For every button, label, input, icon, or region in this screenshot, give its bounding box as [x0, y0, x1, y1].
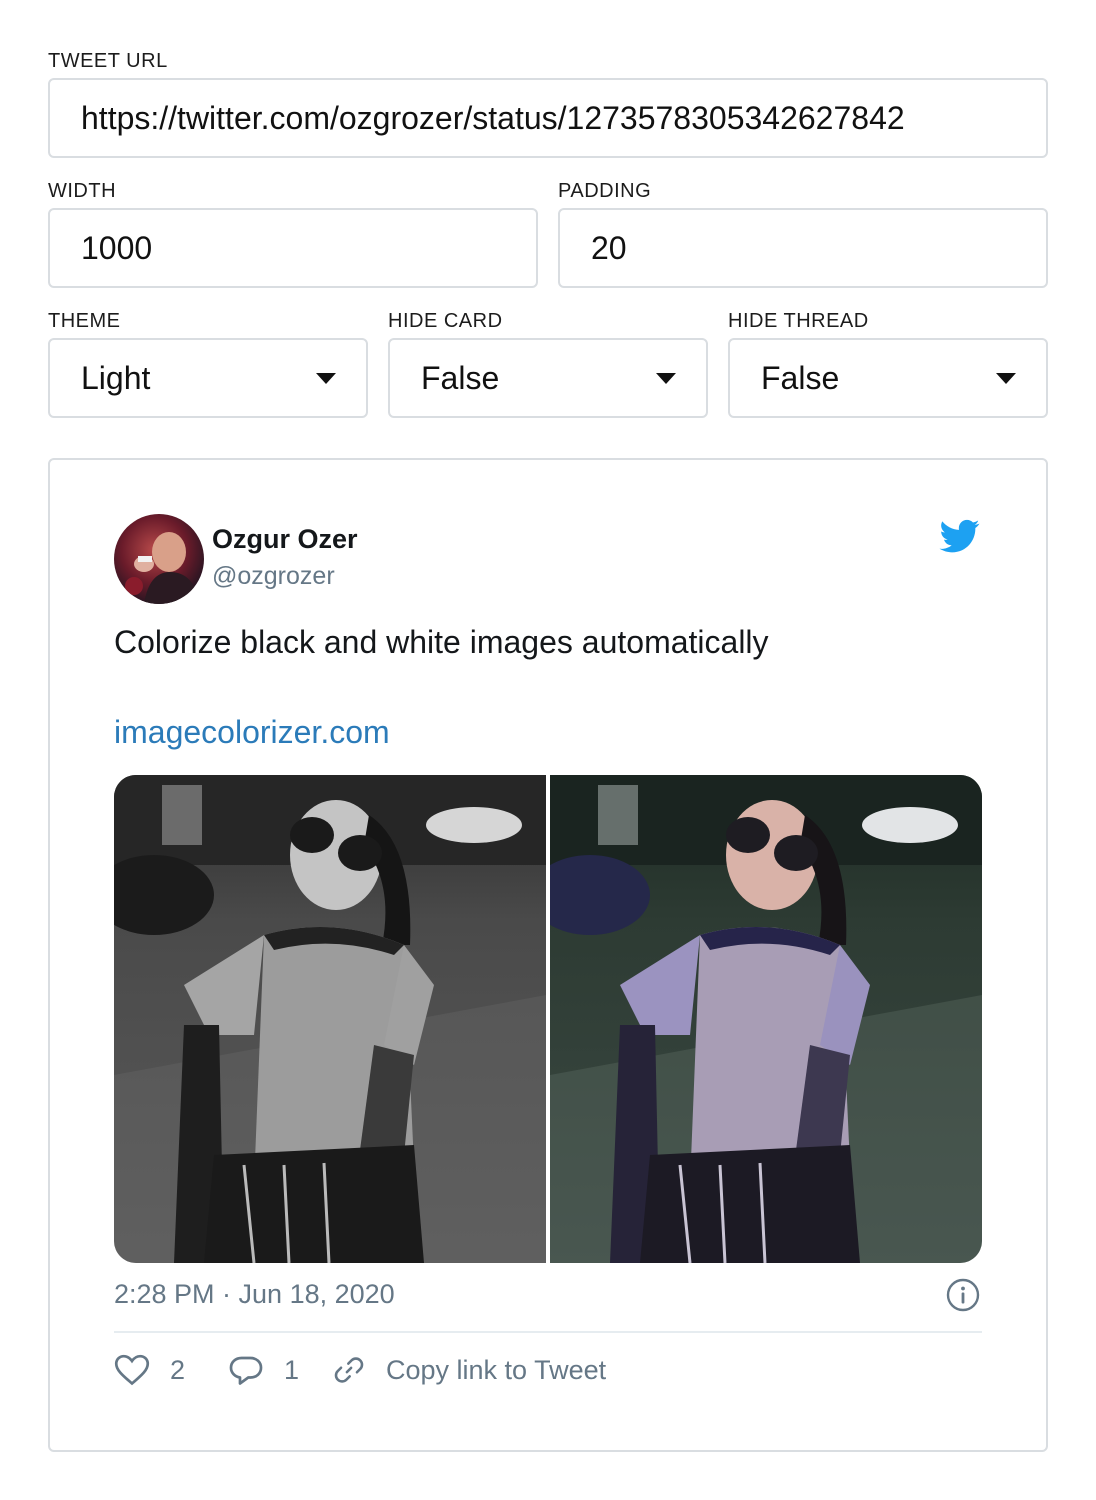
copy-link-action[interactable]: Copy link to Tweet [332, 1352, 606, 1388]
hide-card-label: HIDE CARD [388, 310, 503, 332]
twitter-bird-icon[interactable] [938, 516, 982, 556]
tweet-media[interactable] [114, 775, 982, 1263]
tweet-text: Colorize black and white images automati… [114, 624, 769, 660]
like-action[interactable]: 2 [114, 1352, 185, 1388]
theme-value: Light [81, 359, 151, 396]
reply-icon [229, 1356, 263, 1385]
hide-thread-value: False [761, 359, 840, 396]
hide-card-value: False [421, 359, 500, 396]
theme-label: THEME [48, 310, 121, 332]
copy-link-label: Copy link to Tweet [386, 1354, 607, 1385]
tweet-timestamp[interactable]: 2:28 PM · Jun 18, 2020 [114, 1279, 395, 1310]
width-input[interactable]: 1000 [48, 208, 538, 288]
width-label: WIDTH [48, 180, 117, 202]
reply-count: 1 [284, 1354, 300, 1385]
tweet-link[interactable]: imagecolorizer.com [114, 714, 390, 751]
padding-input[interactable]: 20 [558, 208, 1048, 288]
author-handle[interactable]: @ozgrozer [212, 562, 335, 591]
hide-thread-label: HIDE THREAD [728, 310, 869, 332]
padding-value: 20 [591, 229, 627, 266]
avatar[interactable] [114, 514, 204, 604]
chevron-down-icon [656, 373, 676, 384]
padding-label: PADDING [558, 180, 652, 202]
colorized-photo[interactable] [550, 775, 982, 1263]
heart-icon [114, 1354, 150, 1386]
tweet-url-label: TWEET URL [48, 50, 168, 72]
chevron-down-icon [996, 373, 1016, 384]
hide-card-select[interactable]: False [388, 338, 708, 418]
tweet-url-value: https://twitter.com/ozgrozer/status/1273… [81, 99, 905, 136]
theme-select[interactable]: Light [48, 338, 368, 418]
hide-thread-select[interactable]: False [728, 338, 1048, 418]
link-icon [334, 1357, 364, 1383]
like-count: 2 [170, 1354, 186, 1385]
tweet-divider [114, 1331, 982, 1333]
info-icon[interactable] [946, 1278, 980, 1312]
tweet-url-input[interactable]: https://twitter.com/ozgrozer/status/1273… [48, 78, 1048, 158]
bw-photo[interactable] [114, 775, 546, 1263]
author-name[interactable]: Ozgur Ozer [212, 524, 358, 555]
chevron-down-icon [316, 373, 336, 384]
reply-action[interactable]: 1 [228, 1352, 299, 1388]
width-value: 1000 [81, 229, 153, 266]
